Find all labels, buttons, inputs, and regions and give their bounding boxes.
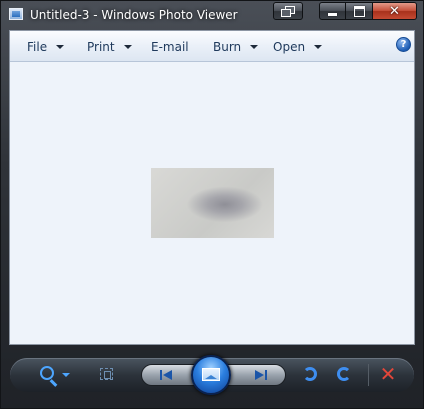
command-bar: File Print E-mail Burn Open ?: [10, 31, 414, 62]
menu-email[interactable]: E-mail: [151, 39, 189, 55]
close-button[interactable]: ✕: [373, 2, 417, 20]
chevron-down-icon: [123, 45, 132, 49]
menu-burn[interactable]: Burn: [213, 39, 259, 55]
next-icon[interactable]: [253, 370, 267, 380]
previous-icon[interactable]: [160, 370, 174, 380]
menu-file-label: File: [27, 40, 48, 54]
actual-size-icon[interactable]: [100, 368, 113, 380]
help-icon[interactable]: ?: [396, 37, 411, 52]
menu-email-label: E-mail: [151, 40, 189, 54]
chevron-down-icon: [250, 45, 259, 49]
restore-window-icon: [281, 6, 295, 17]
menu-print-label: Print: [87, 40, 115, 54]
title-bar[interactable]: Untitled-3 - Windows Photo Viewer ✕: [1, 1, 423, 29]
delete-icon[interactable]: ✕: [379, 363, 397, 385]
photo-viewer-window: Untitled-3 - Windows Photo Viewer ✕ File: [0, 0, 424, 409]
minimize-icon: [328, 12, 337, 16]
zoom-dropdown-icon[interactable]: [62, 373, 70, 377]
minimize-button[interactable]: [319, 2, 346, 20]
restore-window-button[interactable]: [273, 2, 303, 20]
playback-toolbar: ✕: [10, 355, 414, 395]
image-viewer[interactable]: [10, 62, 414, 344]
window-controls: ✕: [273, 2, 417, 21]
menu-print[interactable]: Print: [87, 39, 132, 55]
zoom-icon[interactable]: [40, 366, 54, 380]
window-title: Untitled-3 - Windows Photo Viewer: [30, 8, 238, 22]
close-icon: ✕: [389, 3, 400, 19]
menu-open[interactable]: Open: [273, 39, 323, 55]
slideshow-button[interactable]: [191, 355, 231, 395]
maximize-icon: [353, 5, 365, 17]
rotate-counterclockwise-icon[interactable]: [303, 367, 317, 381]
menu-burn-label: Burn: [213, 40, 242, 54]
photo-viewer-app-icon[interactable]: [9, 8, 23, 20]
slideshow-icon: [202, 368, 220, 381]
chevron-down-icon: [314, 45, 323, 49]
maximize-button[interactable]: [346, 2, 373, 20]
menu-file[interactable]: File: [27, 39, 65, 55]
toolbar-divider: [368, 364, 369, 386]
displayed-photo: [151, 168, 274, 238]
rotate-clockwise-icon[interactable]: [337, 367, 351, 381]
chevron-down-icon: [56, 45, 65, 49]
client-area: File Print E-mail Burn Open ?: [9, 30, 415, 345]
menu-open-label: Open: [273, 40, 306, 54]
